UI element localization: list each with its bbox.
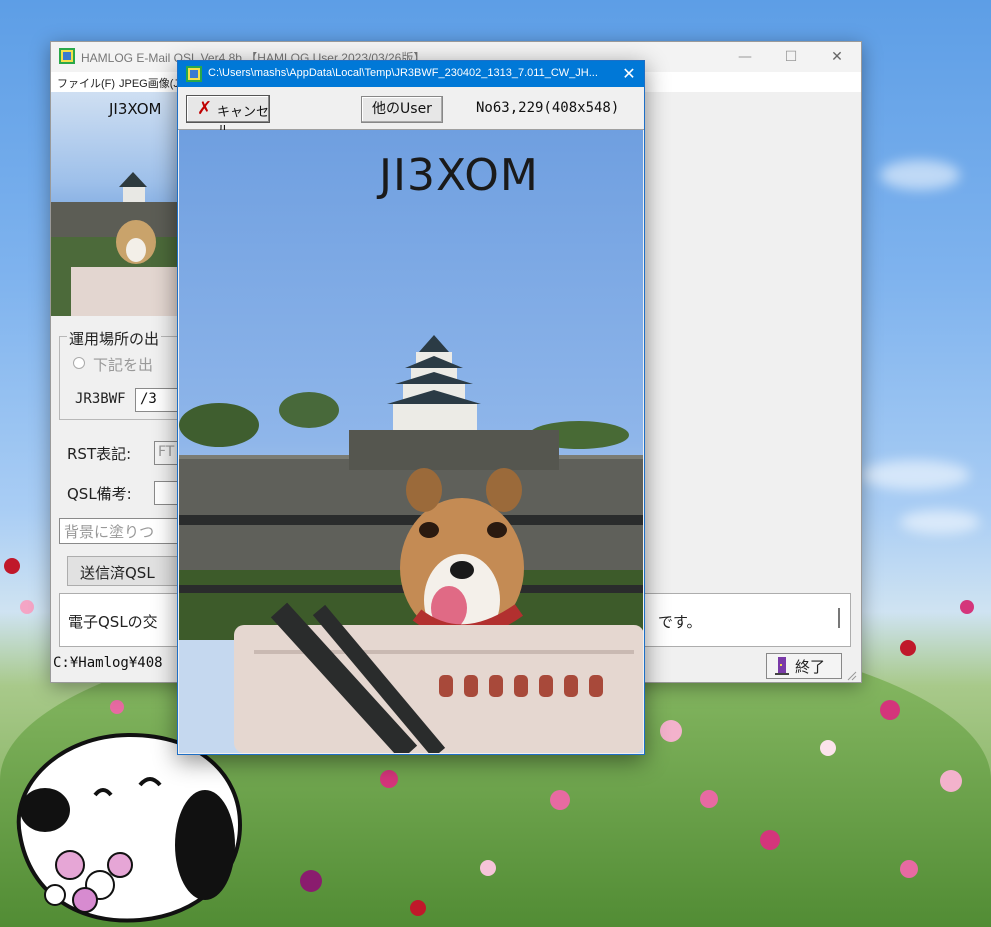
cloud <box>880 160 960 190</box>
flower <box>900 640 916 656</box>
menu-file[interactable]: ファイル(F) <box>57 75 115 91</box>
memo-scrollbar[interactable] <box>838 608 840 628</box>
other-user-button[interactable]: 他のUser <box>361 96 443 123</box>
location-group-label: 運用場所の出 <box>67 328 162 349</box>
flower <box>660 720 682 742</box>
close-icon[interactable]: ✕ <box>618 64 640 84</box>
sent-qsl-button[interactable]: 送信済QSL <box>67 556 184 586</box>
exit-button[interactable]: 終了 <box>766 653 842 679</box>
qsl-preview-image <box>51 92 181 316</box>
flower <box>820 740 836 756</box>
location-radio-label: 下記を出 <box>93 356 154 374</box>
flower <box>550 790 570 810</box>
popup-window-title: C:\Users\mashs\AppData\Local\Temp\JR3BWF… <box>208 67 598 79</box>
exit-door-icon <box>775 657 789 675</box>
callsign-label: JR3BWF <box>75 391 126 407</box>
background-field[interactable]: 背景に塗りつ <box>59 518 191 544</box>
flower <box>410 900 426 916</box>
flower <box>880 700 900 720</box>
callsign-suffix-input[interactable]: /3 <box>135 388 181 412</box>
flower <box>380 770 398 788</box>
image-info: No63,229(408x548) <box>476 100 620 116</box>
memo-text-right: です。 <box>658 613 702 631</box>
flower <box>110 700 124 714</box>
cloud <box>900 510 980 534</box>
preview-callsign: JI3XOM <box>109 100 162 118</box>
maximize-icon[interactable]: ☐ <box>771 46 811 68</box>
flower <box>700 790 718 808</box>
hamlog-app-icon <box>186 66 202 82</box>
image-preview-window: C:\Users\mashs\AppData\Local\Temp\JR3BWF… <box>177 60 645 755</box>
flower <box>940 770 962 792</box>
flower <box>4 558 20 574</box>
qsl-preview-photo <box>51 172 181 316</box>
flower <box>900 860 918 878</box>
cancel-x-icon: ✗ <box>197 98 213 119</box>
close-icon[interactable]: ✕ <box>817 46 857 68</box>
resize-grip-icon[interactable] <box>845 669 857 681</box>
popup-toolbar: ✗ キャンセル 他のUser No63,229(408x548) <box>178 87 644 139</box>
menu-jpeg[interactable]: JPEG画像(J) <box>119 75 183 91</box>
status-path: C:¥Hamlog¥408 <box>53 655 163 671</box>
qsl-photo <box>179 130 643 753</box>
flower <box>760 830 780 850</box>
cloud <box>860 460 970 490</box>
popup-titlebar[interactable]: C:\Users\mashs\AppData\Local\Temp\JR3BWF… <box>178 61 644 87</box>
hamlog-app-icon <box>59 48 75 64</box>
exit-label: 終了 <box>795 658 826 676</box>
flower <box>480 860 496 876</box>
rst-label: RST表記: <box>67 445 132 463</box>
location-radio[interactable] <box>73 357 85 369</box>
flower <box>20 600 34 614</box>
flower <box>300 870 322 892</box>
qsl-card-image: JI3XOM <box>179 130 643 753</box>
qsl-callsign: JI3XOM <box>379 150 539 201</box>
qsl-note-label: QSL備考: <box>67 485 132 503</box>
memo-text-left: 電子QSLの交 <box>68 613 158 631</box>
flower <box>960 600 974 614</box>
minimize-icon[interactable]: — <box>725 46 765 68</box>
cancel-button[interactable]: ✗ キャンセル <box>186 95 270 139</box>
